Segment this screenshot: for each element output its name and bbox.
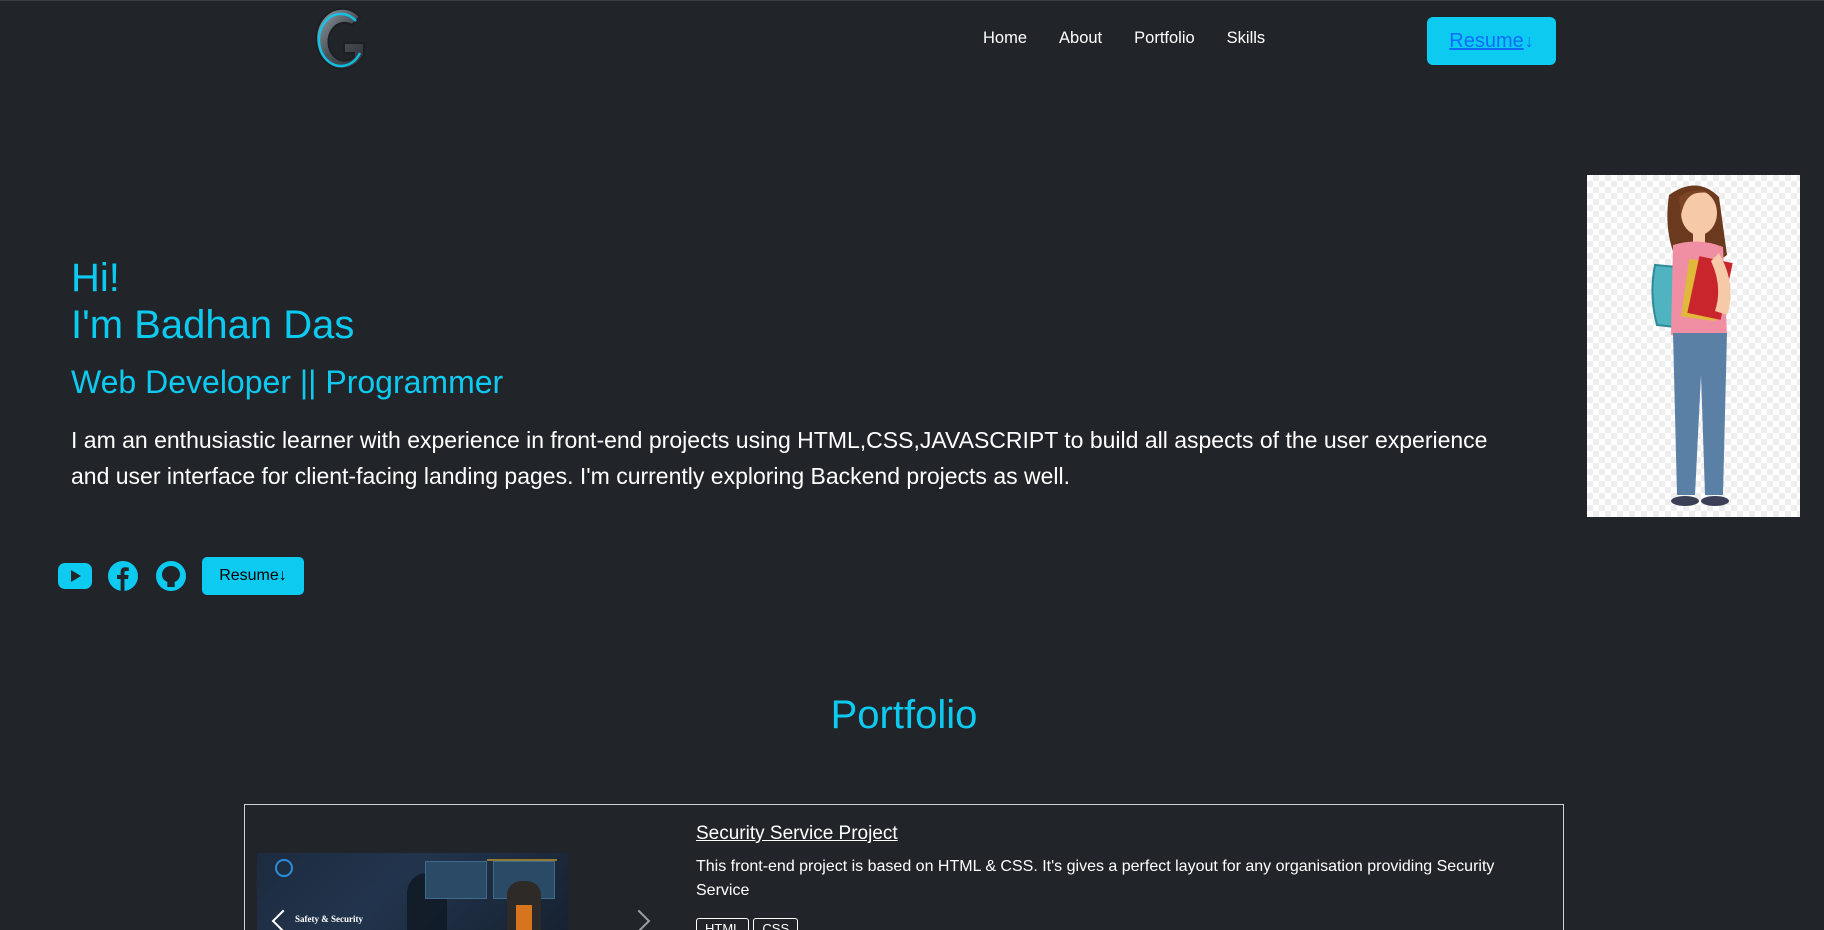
nav-link-home[interactable]: Home — [983, 29, 1027, 48]
tag-css: CSS — [753, 918, 799, 930]
portfolio-page: Home About Portfolio Skills Resume ↓ Hi!… — [0, 0, 1824, 930]
portfolio-section-title: Portfolio — [830, 693, 978, 737]
project-card: Safety & Security Security Service Proje… — [244, 804, 1564, 930]
youtube-icon[interactable] — [58, 559, 92, 593]
hero-role: Web Developer || Programmer — [71, 364, 504, 400]
hero-resume-label: Resume — [219, 567, 279, 584]
hero-resume-button[interactable]: Resume ↓ — [202, 557, 304, 595]
nav-resume-label: Resume — [1449, 29, 1524, 52]
facebook-icon[interactable] — [106, 559, 140, 593]
social-links: Resume ↓ — [58, 557, 304, 595]
project-title-link[interactable]: Security Service Project — [696, 823, 898, 845]
download-arrow-icon: ↓ — [278, 567, 287, 584]
project-thumbnail[interactable]: Safety & Security — [257, 853, 568, 930]
hero-name: I'm Badhan Das — [71, 303, 355, 347]
main-nav: Home About Portfolio Skills — [983, 29, 1297, 48]
github-icon[interactable] — [154, 559, 188, 593]
hero-greeting: Hi! — [71, 256, 120, 300]
tag-html: HTML — [696, 918, 750, 930]
hero-illustration — [1587, 175, 1800, 517]
project-description: This front-end project is based on HTML … — [696, 858, 1495, 899]
nav-link-portfolio[interactable]: Portfolio — [1134, 29, 1195, 48]
nav-resume-button[interactable]: Resume ↓ — [1427, 17, 1556, 65]
carousel-next-icon[interactable] — [627, 909, 651, 930]
download-arrow-icon: ↓ — [1524, 30, 1534, 51]
thumbnail-caption: Safety & Security — [295, 914, 363, 924]
project-tags: HTML CSS — [696, 918, 799, 930]
hero-heading: Hi! I'm Badhan Das — [71, 255, 354, 349]
nav-link-about[interactable]: About — [1059, 29, 1102, 48]
hero-description: I am an enthusiastic learner with experi… — [71, 427, 1488, 489]
shield-icon — [275, 859, 293, 877]
logo[interactable] — [308, 3, 378, 81]
nav-link-skills[interactable]: Skills — [1227, 29, 1266, 48]
